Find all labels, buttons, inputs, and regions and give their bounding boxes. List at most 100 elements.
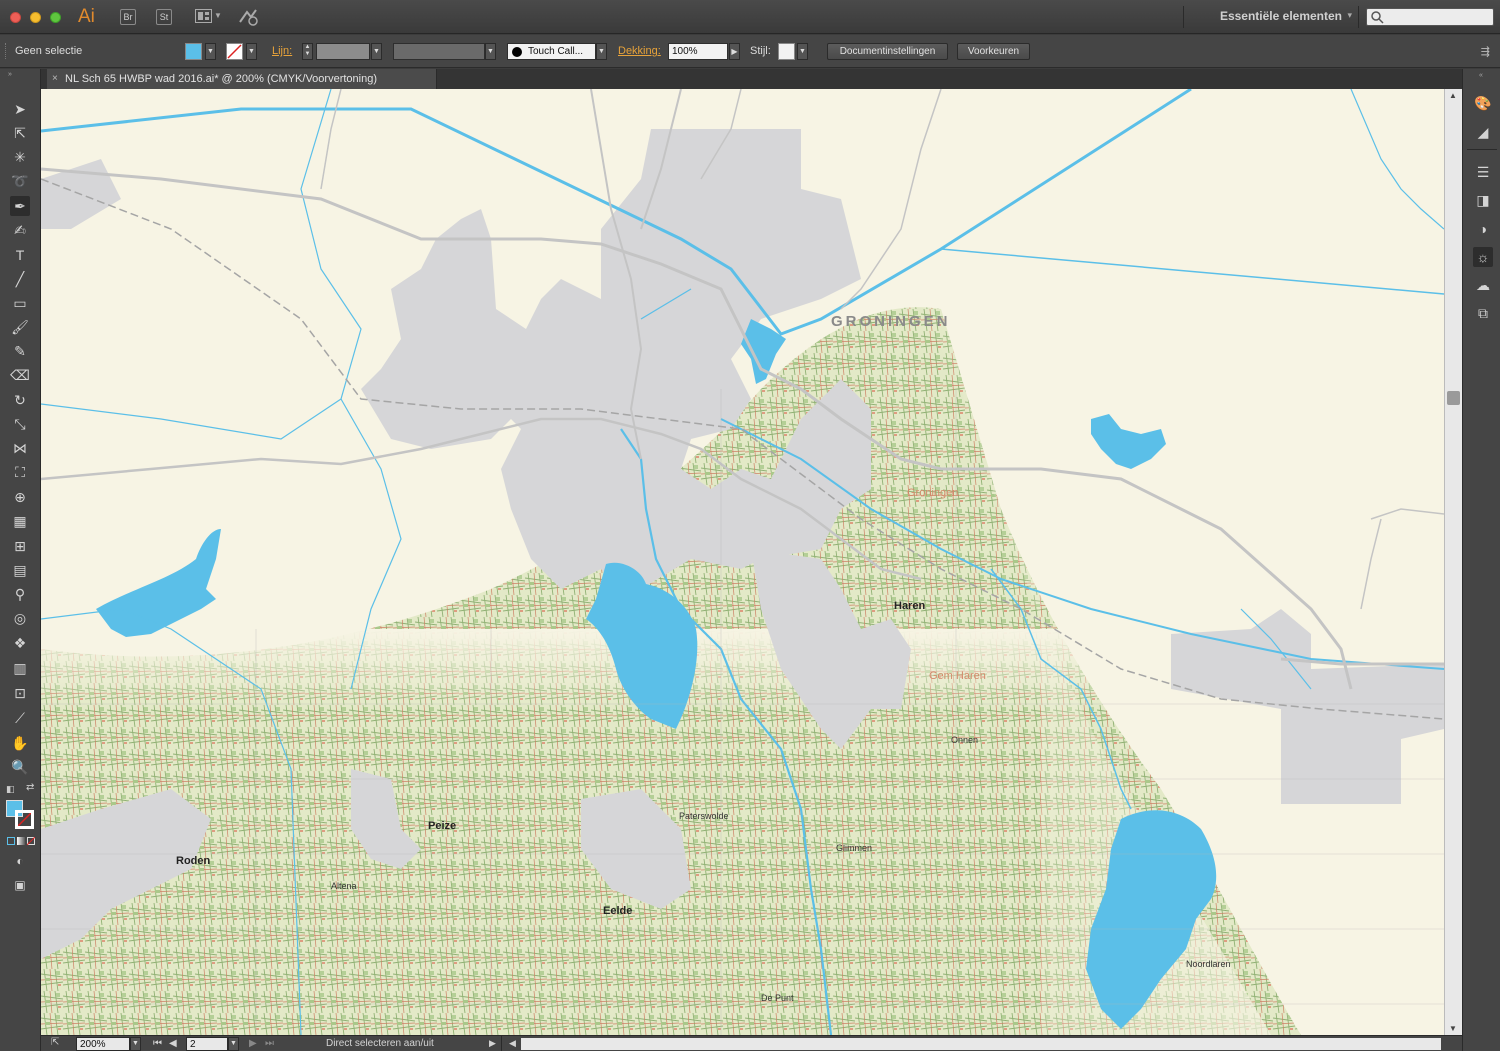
brush-dot-icon — [512, 47, 522, 57]
screen-mode-icon[interactable]: ▣ — [10, 875, 30, 895]
rotate-tool-icon[interactable]: ↻ — [10, 390, 30, 410]
opacity-input[interactable]: 100% — [668, 43, 728, 60]
transparency-panel-icon[interactable]: ◑ — [1473, 219, 1493, 239]
zoom-window-button[interactable] — [50, 12, 61, 23]
mesh-tool-icon[interactable]: ⊞ — [10, 536, 30, 556]
asset-export-icon[interactable]: ⧉ — [1473, 303, 1493, 323]
scale-tool-icon[interactable]: ⤡ — [10, 414, 30, 434]
artboard-number-input[interactable]: 2 — [186, 1037, 228, 1051]
zoom-tool-icon[interactable]: 🔍 — [10, 757, 30, 777]
line-segment-tool-icon[interactable]: ╱ — [10, 269, 30, 289]
search-icon — [1371, 11, 1384, 24]
direct-selection-tool-icon[interactable]: ⇱ — [10, 123, 30, 143]
pen-tool-icon[interactable]: ✒ — [10, 196, 30, 216]
opacity-arrow[interactable]: ▶ — [729, 43, 740, 60]
graphic-style-swatch[interactable] — [778, 43, 795, 60]
color-guide-icon[interactable]: 🎨 — [1473, 93, 1493, 113]
horizontal-scrollbar[interactable] — [521, 1038, 1441, 1050]
eyedropper-tool-icon[interactable]: ⚲ — [10, 584, 30, 604]
first-artboard-icon[interactable]: ⏮ — [153, 1038, 162, 1049]
hand-tool-icon[interactable]: ✋ — [10, 733, 30, 753]
gradient-mode-icon[interactable] — [17, 837, 25, 845]
stroke-swatch[interactable] — [226, 43, 243, 60]
fill-swatch[interactable] — [185, 43, 202, 60]
color-mode-icon[interactable] — [7, 837, 15, 845]
slice-tool-icon[interactable]: ⟋ — [10, 708, 30, 728]
bridge-button[interactable]: Br — [120, 9, 136, 25]
scroll-down-arrow-icon[interactable]: ▼ — [1449, 1024, 1457, 1033]
brush-definition[interactable]: Touch Call... — [507, 43, 596, 60]
expand-panels-icon[interactable]: « — [1479, 72, 1483, 79]
stroke-color-swatch[interactable] — [15, 810, 34, 829]
close-tab-icon[interactable]: × — [52, 69, 58, 89]
creative-cloud-libraries-icon[interactable]: ☁ — [1473, 275, 1493, 295]
scrollbar-thumb[interactable] — [1447, 391, 1460, 405]
curvature-tool-icon[interactable]: ✍ — [10, 220, 30, 240]
draw-mode-icon[interactable]: ◐ — [10, 851, 30, 871]
previous-artboard-icon[interactable]: ◀ — [169, 1038, 177, 1049]
vertical-scrollbar[interactable]: ▲ ▼ — [1444, 89, 1462, 1035]
stroke-label[interactable]: Lijn: — [272, 45, 292, 57]
lasso-tool-icon[interactable]: ➰ — [10, 171, 30, 191]
close-window-button[interactable] — [10, 12, 21, 23]
stroke-weight-stepper[interactable]: ▲ ▼ — [302, 43, 313, 60]
grip-icon[interactable] — [5, 43, 9, 59]
chevron-down-icon[interactable]: ▼ — [214, 11, 222, 20]
none-mode-icon[interactable] — [27, 837, 35, 845]
zoom-dropdown[interactable]: ▼ — [130, 1037, 141, 1051]
magic-wand-tool-icon[interactable]: ✳ — [10, 147, 30, 167]
document-settings-button[interactable]: Documentinstellingen — [827, 43, 948, 60]
last-artboard-icon[interactable]: ⏭ — [265, 1038, 274, 1049]
eraser-tool-icon[interactable]: ⌫ — [10, 365, 30, 385]
stroke-weight-input[interactable] — [316, 43, 370, 60]
graphic-style-dropdown[interactable]: ▼ — [797, 43, 808, 60]
search-input[interactable] — [1366, 8, 1494, 26]
type-tool-icon[interactable]: T — [10, 245, 30, 265]
gradient-panel-icon[interactable]: ◨ — [1473, 190, 1493, 210]
profile-dropdown[interactable]: ▼ — [485, 43, 496, 60]
control-panel-menu-icon[interactable]: ⇶ — [1481, 45, 1490, 58]
column-graph-tool-icon[interactable]: ▥ — [10, 658, 30, 678]
free-transform-tool-icon[interactable]: ⛶ — [10, 462, 30, 482]
swap-colors-icon[interactable]: ⇄ — [26, 782, 34, 793]
brush-dropdown[interactable]: ▼ — [596, 43, 607, 60]
symbol-sprayer-tool-icon[interactable]: ❖ — [10, 633, 30, 653]
perspective-grid-tool-icon[interactable]: ▦ — [10, 511, 30, 531]
blend-tool-icon[interactable]: ◎ — [10, 608, 30, 628]
gradient-tool-icon[interactable]: ▤ — [10, 560, 30, 580]
blob-brush-tool-icon[interactable]: ✎ — [10, 341, 30, 361]
arrange-documents-icon[interactable] — [195, 9, 212, 23]
artboard-dropdown[interactable]: ▼ — [228, 1037, 239, 1051]
paintbrush-tool-icon[interactable]: 🖌 — [10, 317, 30, 337]
share-icon[interactable]: ⇱ — [51, 1037, 59, 1048]
stroke-weight-dropdown[interactable]: ▼ — [371, 43, 382, 60]
stock-button[interactable]: St — [156, 9, 172, 25]
shape-builder-tool-icon[interactable]: ⊕ — [10, 487, 30, 507]
artboard-tool-icon[interactable]: ⊡ — [10, 683, 30, 703]
width-tool-icon[interactable]: ⋈ — [10, 438, 30, 458]
collapse-toolbar-icon[interactable]: » — [8, 71, 12, 78]
document-tab[interactable]: × NL Sch 65 HWBP wad 2016.ai* @ 200% (CM… — [47, 69, 437, 89]
opacity-label[interactable]: Dekking: — [618, 45, 661, 57]
workspace-switcher[interactable]: Essentiële elementen — [1220, 9, 1342, 23]
default-colors-icon[interactable]: ◧ — [6, 784, 15, 795]
minimize-window-button[interactable] — [30, 12, 41, 23]
preferences-button[interactable]: Voorkeuren — [957, 43, 1030, 60]
scroll-up-arrow-icon[interactable]: ▲ — [1449, 91, 1457, 100]
fill-dropdown[interactable]: ▼ — [205, 43, 216, 60]
gpu-performance-icon[interactable] — [238, 8, 260, 26]
artboard-canvas[interactable]: GRONINGEN Groningen Haren Gem Haren Rode… — [41, 89, 1444, 1035]
appearance-panel-icon[interactable]: ☼ — [1473, 247, 1493, 267]
selection-tool-icon[interactable]: ➤ — [10, 99, 30, 119]
zoom-level-input[interactable]: 200% — [76, 1037, 130, 1051]
rectangle-tool-icon[interactable]: ▭ — [10, 293, 30, 313]
color-panel-icon[interactable]: ◢ — [1473, 122, 1493, 142]
scroll-left-arrow-icon[interactable]: ◀ — [509, 1038, 516, 1049]
stroke-dropdown[interactable]: ▼ — [246, 43, 257, 60]
variable-width-profile[interactable] — [393, 43, 485, 60]
stroke-panel-icon[interactable]: ☰ — [1473, 162, 1493, 182]
chevron-down-icon[interactable]: ▾ — [1347, 10, 1352, 21]
label-gem-haren: Gem Haren — [929, 670, 986, 682]
status-menu-arrow-icon[interactable]: ▶ — [489, 1038, 496, 1049]
next-artboard-icon[interactable]: ▶ — [249, 1038, 257, 1049]
